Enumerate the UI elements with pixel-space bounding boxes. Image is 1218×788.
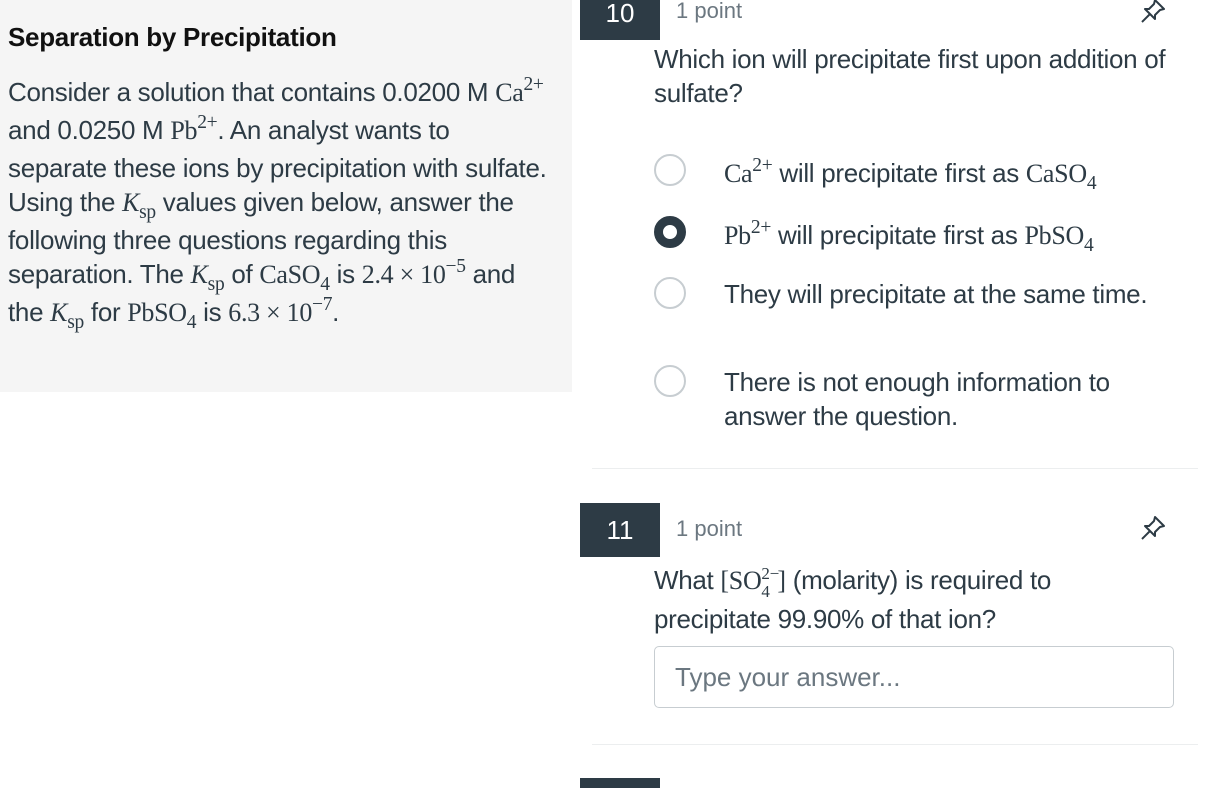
passage-body: Consider a solution that contains 0.0200… [8,74,548,333]
salt-sub: 4 [186,311,197,333]
salt-sub: 4 [320,273,330,295]
passage-text: Consider a solution that contains 0.0200… [8,77,496,107]
question-10: 10 1 point Which ion will precipitate fi… [580,0,1200,470]
ksp-k: K [190,260,208,289]
ksp-sub: sp [67,311,84,333]
pin-icon[interactable] [1138,513,1168,543]
next-question-number [580,778,660,788]
question-text-part: What [654,565,721,595]
passage-text: is [329,259,362,289]
question-points: 1 point [676,0,743,23]
passage-text: . [332,297,340,327]
salt-caso4: CaSO [259,260,321,289]
ksp-k: K [50,298,68,327]
answer-label: Ca2+ will precipitate first as CaSO4 [724,155,1184,194]
charge-sup: 2+ [523,74,544,96]
radio-button-selected[interactable] [654,216,686,248]
ion-ca: Ca [495,78,524,107]
passage-text: and 0.0250 M [8,115,171,145]
passage-text: for [83,297,128,327]
salt-pbso4: PbSO [127,298,187,327]
ksp-sub: sp [207,273,225,295]
ksp-exp: −7 [312,294,333,316]
species-script: 2− 4 [761,564,779,601]
ksp-exp: −5 [445,256,466,278]
ksp-value: 2.4 × 10 [361,260,446,289]
option-text: will precipitate first as [772,158,1026,188]
answer-input[interactable] [654,646,1174,708]
question-text: Which ion will precipitate first upon ad… [654,44,1166,108]
ksp-sub: sp [139,201,156,223]
ion: Pb [724,221,751,250]
option-text: will precipitate first as [771,220,1025,250]
passage-panel: Separation by Precipitation Consider a s… [0,0,572,392]
answer-label: Pb2+ will precipitate first as PbSO4 [724,217,1184,256]
salt-sub: 4 [1083,234,1094,256]
passage-title: Separation by Precipitation [8,22,337,52]
pin-icon[interactable] [1138,0,1168,26]
ion: Ca [724,159,753,188]
salt-sub: 4 [1086,172,1097,194]
question-points: 1 point [676,516,743,541]
charge-sup: 2+ [750,217,772,239]
species: [SO [720,566,762,595]
radio-button[interactable] [654,365,686,397]
radio-button[interactable] [654,277,686,309]
question-number: 11 [580,503,660,557]
charge-sup: 2+ [197,112,218,134]
question-number: 10 [580,0,660,40]
passage-text: is [196,297,229,327]
salt: PbSO [1024,221,1084,250]
divider [592,468,1198,469]
species-sub: 4 [761,582,770,601]
ksp-k: K [122,188,140,217]
ksp-value: 6.3 × 10 [228,298,313,327]
charge-sup: 2+ [752,155,773,177]
answer-label: There is not enough information to answe… [724,367,1110,431]
question-text: What [SO 2− 4] (molarity) is required to p… [654,561,1174,638]
answer-label: They will precipitate at the same time. [724,279,1148,309]
divider [592,744,1198,745]
passage-text: of [224,259,260,289]
radio-button[interactable] [654,154,686,186]
salt: CaSO [1025,159,1087,188]
ion-pb: Pb [170,116,198,145]
